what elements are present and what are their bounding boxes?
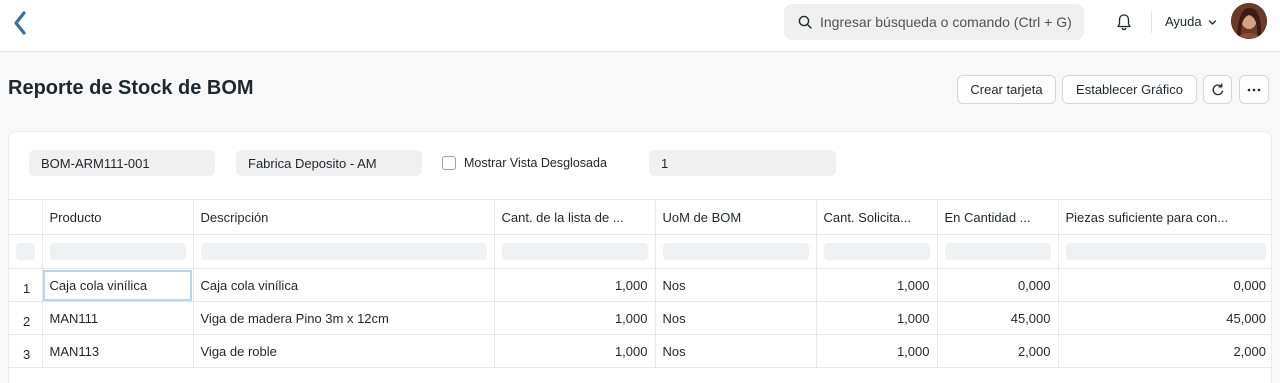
more-options-button[interactable] (1239, 75, 1269, 104)
column-filter-input[interactable] (501, 243, 648, 260)
filter-cell (1058, 234, 1271, 269)
cell-description[interactable]: Viga de madera Pino 3m x 12cm (193, 301, 495, 335)
notification-bell-icon[interactable] (1115, 13, 1133, 31)
show-exploded-checkbox[interactable] (442, 156, 456, 170)
cell-in-qty[interactable]: 2,000 (937, 334, 1059, 368)
search-input[interactable]: Ingresar búsqueda o comando (Ctrl + G) (820, 14, 1072, 30)
column-filter-input[interactable] (1065, 243, 1266, 260)
cell-required-qty[interactable]: 1,000 (816, 268, 938, 302)
table-header-row: Producto Descripción Cant. de la lista d… (9, 199, 1271, 235)
cell-bom-qty[interactable]: 1,000 (494, 268, 656, 302)
cell-enough-parts[interactable]: 2,000 (1058, 334, 1271, 368)
app-logo-icon[interactable] (10, 10, 32, 36)
column-header-bom-qty[interactable]: Cant. de la lista de ... (494, 199, 656, 235)
cell-product[interactable]: Caja cola vinílica (42, 268, 194, 302)
cell-in-qty[interactable]: 0,000 (937, 268, 1059, 302)
bom-filter-field[interactable]: BOM-ARM111-001 (29, 150, 215, 176)
row-number: 2 (9, 301, 43, 335)
filter-cell (655, 234, 817, 269)
chevron-down-icon (1209, 20, 1217, 25)
column-header-required-qty[interactable]: Cant. Solicita... (816, 199, 938, 235)
column-header-bom-uom[interactable]: UoM de BOM (655, 199, 817, 235)
user-avatar[interactable] (1231, 3, 1267, 39)
refresh-button[interactable] (1203, 75, 1232, 104)
cell-enough-parts[interactable]: 45,000 (1058, 301, 1271, 335)
filter-cell (494, 234, 656, 269)
page-title: Reporte de Stock de BOM (8, 77, 254, 99)
cell-description[interactable]: Viga de roble (193, 334, 495, 368)
column-header-description[interactable]: Descripción (193, 199, 495, 235)
filter-cell (193, 234, 495, 269)
cell-product[interactable]: MAN111 (42, 301, 194, 335)
cell-enough-parts[interactable]: 0,000 (1058, 268, 1271, 302)
column-filter-input[interactable] (944, 243, 1051, 260)
table-row[interactable]: 1 Caja cola vinílica Caja cola vinílica … (9, 268, 1271, 302)
report-card: BOM-ARM111-001 Fabrica Deposito - AM Mos… (8, 131, 1272, 383)
qty-filter-field[interactable]: 1 (649, 150, 836, 176)
more-dots-icon (1247, 88, 1261, 91)
cell-bom-qty[interactable]: 1,000 (494, 334, 656, 368)
report-table: Producto Descripción Cant. de la lista d… (9, 199, 1271, 368)
filter-cell (42, 234, 194, 269)
table-row[interactable]: 3 MAN113 Viga de roble 1,000 Nos 1,000 2… (9, 334, 1271, 368)
row-number: 1 (9, 268, 43, 302)
warehouse-filter-field[interactable]: Fabrica Deposito - AM (236, 150, 422, 176)
cell-description[interactable]: Caja cola vinílica (193, 268, 495, 302)
filter-cell (816, 234, 938, 269)
column-header-product[interactable]: Producto (42, 199, 194, 235)
show-exploded-label: Mostrar Vista Desglosada (464, 156, 607, 170)
cell-required-qty[interactable]: 1,000 (816, 301, 938, 335)
filter-cell (937, 234, 1059, 269)
column-filter-input[interactable] (823, 243, 930, 260)
navbar-divider (1151, 11, 1152, 33)
navbar: Ingresar búsqueda o comando (Ctrl + G) A… (0, 0, 1280, 52)
search-bar[interactable]: Ingresar búsqueda o comando (Ctrl + G) (784, 4, 1084, 40)
row-number-header (9, 199, 43, 235)
cell-required-qty[interactable]: 1,000 (816, 334, 938, 368)
set-chart-button[interactable]: Establecer Gráfico (1062, 75, 1197, 104)
cell-bom-uom[interactable]: Nos (655, 301, 817, 335)
column-filter-input[interactable] (200, 243, 487, 260)
cell-bom-uom[interactable]: Nos (655, 334, 817, 368)
column-header-enough-parts[interactable]: Piezas suficiente para con... (1058, 199, 1271, 235)
cell-bom-qty[interactable]: 1,000 (494, 301, 656, 335)
column-filter-input[interactable] (662, 243, 809, 260)
cell-product[interactable]: MAN113 (42, 334, 194, 368)
help-menu[interactable]: Ayuda (1165, 14, 1217, 29)
refresh-icon (1212, 82, 1223, 95)
column-filter-input[interactable] (16, 243, 35, 260)
cell-bom-uom[interactable]: Nos (655, 268, 817, 302)
column-filter-input[interactable] (49, 243, 186, 260)
table-row[interactable]: 2 MAN111 Viga de madera Pino 3m x 12cm 1… (9, 301, 1271, 335)
row-number: 3 (9, 334, 43, 368)
column-header-in-qty[interactable]: En Cantidad ... (937, 199, 1059, 235)
create-card-button[interactable]: Crear tarjeta (957, 75, 1056, 104)
help-label: Ayuda (1165, 14, 1202, 29)
column-filter-row (9, 234, 1271, 269)
cell-in-qty[interactable]: 45,000 (937, 301, 1059, 335)
avatar-image (1231, 3, 1267, 39)
row-filter-cell (9, 234, 43, 269)
search-icon (798, 15, 812, 29)
